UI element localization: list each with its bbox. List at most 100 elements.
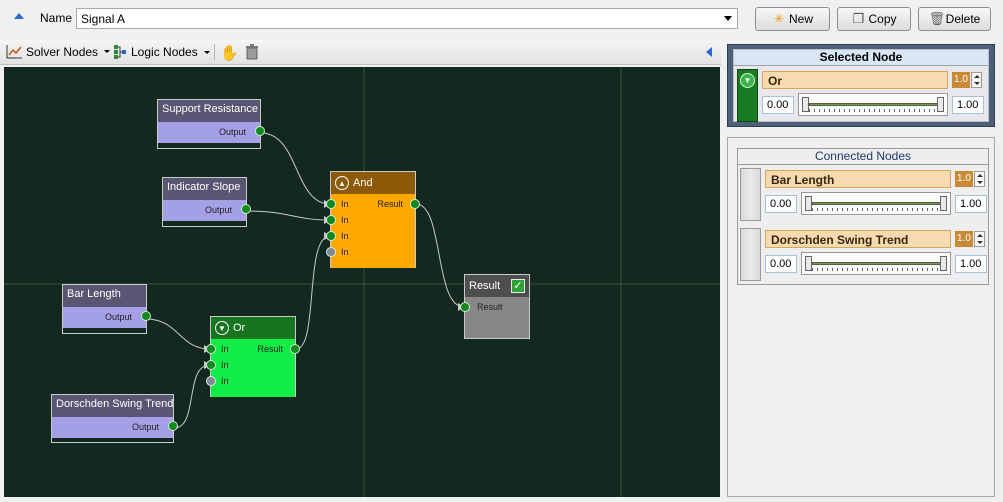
logic-tree-icon [114, 45, 126, 59]
solver-nodes-menu[interactable]: Solver Nodes [6, 44, 111, 59]
wire-or-to-and [295, 235, 331, 350]
dorschden-swing-trend-node[interactable]: Dorschden Swing Trend Output [51, 394, 178, 443]
input-label: Result [477, 302, 503, 312]
output-label: Output [218, 127, 246, 137]
output-port[interactable] [410, 199, 420, 209]
input-label: In [221, 376, 229, 386]
name-combobox[interactable]: Signal A [76, 8, 738, 29]
slider-min-thumb[interactable] [805, 196, 812, 211]
range-slider[interactable] [798, 93, 948, 116]
output-port[interactable] [141, 311, 151, 321]
range-slider[interactable] [801, 192, 951, 215]
range-max-field[interactable]: 1.00 [952, 96, 984, 114]
top-bar: Name Signal A ✳ New ❐ Copy 🗑 Delete [0, 0, 1003, 38]
node-title: Dorschden Swing Trend [52, 395, 173, 417]
support-resistance-node[interactable]: Support Resistance Output [157, 99, 265, 149]
name-value: Signal A [81, 12, 126, 26]
weight-spinner[interactable] [974, 231, 985, 247]
chevron-down-icon [203, 50, 210, 54]
output-port[interactable] [241, 204, 251, 214]
slider-max-thumb[interactable] [940, 196, 947, 211]
slider-ticks [812, 268, 944, 271]
range-min-field[interactable]: 0.00 [765, 195, 797, 213]
copy-button[interactable]: ❐ Copy [837, 7, 911, 31]
input-port-empty[interactable] [206, 376, 216, 386]
output-port[interactable] [290, 344, 300, 354]
node-title: Support Resistance [158, 100, 260, 122]
wire-and-to-result [415, 203, 465, 308]
collapse-up-icon[interactable] [14, 13, 24, 19]
output-port[interactable] [255, 126, 265, 136]
and-node[interactable]: ▲ And In In In In Result [326, 171, 420, 268]
new-button-label: New [788, 12, 813, 26]
weight-value[interactable]: 1.0 [955, 231, 973, 247]
range-max-field[interactable]: 1.00 [955, 255, 987, 273]
input-port[interactable] [460, 302, 470, 312]
collapse-left-icon[interactable] [706, 47, 712, 57]
node-title: Result [469, 280, 501, 292]
toolbar-trash-icon[interactable] [245, 44, 259, 60]
delete-button[interactable]: 🗑 Delete [918, 7, 991, 31]
slider-range-bar [809, 103, 941, 106]
slider-min-thumb[interactable] [805, 256, 812, 271]
expand-down-icon[interactable]: ▼ [215, 321, 229, 335]
output-label: Output [131, 422, 159, 432]
node-title: Bar Length [63, 285, 146, 307]
copy-icon: ❐ [852, 11, 865, 26]
hand-pan-icon[interactable]: ✋ [220, 44, 239, 62]
connected-nodes-title: Connected Nodes [738, 149, 988, 165]
input-label: In [341, 199, 349, 209]
input-label: In [341, 231, 349, 241]
wire-bar-to-or [145, 318, 211, 350]
node-title: Indicator Slope [163, 178, 246, 200]
slider-max-thumb[interactable] [940, 256, 947, 271]
weight-value[interactable]: 1.0 [952, 72, 970, 88]
output-port[interactable] [168, 421, 178, 431]
input-port[interactable] [326, 199, 336, 209]
weight-value[interactable]: 1.0 [955, 171, 973, 187]
collapse-up-icon[interactable]: ▲ [335, 176, 349, 190]
input-label: In [221, 344, 229, 354]
range-min-field[interactable]: 0.00 [762, 96, 794, 114]
weight-spinner[interactable] [974, 171, 985, 187]
node-title: Or [233, 322, 246, 334]
input-port[interactable] [206, 360, 216, 370]
solver-nodes-label: Solver Nodes [26, 44, 99, 59]
input-label: In [341, 215, 349, 225]
connected-nodes-panel: Connected Nodes Bar Length 1.0 0.00 1.00… [727, 137, 995, 497]
or-node[interactable]: ▼ Or In In In Result [206, 316, 300, 397]
result-label: Result [257, 344, 283, 354]
range-min-field[interactable]: 0.00 [765, 255, 797, 273]
expand-down-icon[interactable]: ▼ [740, 73, 755, 88]
slider-min-thumb[interactable] [802, 97, 809, 112]
wire-support-to-and [260, 132, 331, 205]
node-canvas[interactable]: Support Resistance Output Indicator Slop… [4, 67, 720, 497]
result-node[interactable]: Result ✓ Result [460, 274, 530, 339]
range-max-field[interactable]: 1.00 [955, 195, 987, 213]
wire-swing-to-or [173, 364, 211, 429]
slider-range-bar [812, 202, 944, 205]
node-color-strip: ▼ [737, 69, 758, 122]
logic-nodes-label: Logic Nodes [131, 45, 198, 59]
indicator-slope-node[interactable]: Indicator Slope Output [162, 177, 251, 227]
dropdown-arrow-icon[interactable] [724, 16, 732, 21]
copy-button-label: Copy [868, 12, 897, 26]
chevron-down-icon [104, 50, 111, 53]
connected-node-row: Bar Length 1.0 0.00 1.00 [740, 168, 988, 221]
connected-node-row: Dorschden Swing Trend 1.0 0.00 1.00 [740, 228, 988, 281]
selected-node-row: ▼ Or 1.0 0.00 1.00 [737, 69, 987, 122]
weight-spinner[interactable] [971, 72, 982, 88]
connected-node-name: Dorschden Swing Trend [765, 230, 951, 248]
connected-node-name: Bar Length [765, 170, 951, 188]
new-button[interactable]: ✳ New [755, 7, 830, 31]
input-port[interactable] [206, 344, 216, 354]
slider-ticks [809, 109, 941, 112]
input-port[interactable] [326, 215, 336, 225]
bar-length-node[interactable]: Bar Length Output [62, 284, 151, 334]
node-color-strip [740, 228, 761, 281]
logic-nodes-menu[interactable]: Logic Nodes [113, 44, 210, 60]
slider-max-thumb[interactable] [937, 97, 944, 112]
input-port[interactable] [326, 231, 336, 241]
input-port-empty[interactable] [326, 247, 336, 257]
range-slider[interactable] [801, 252, 951, 275]
